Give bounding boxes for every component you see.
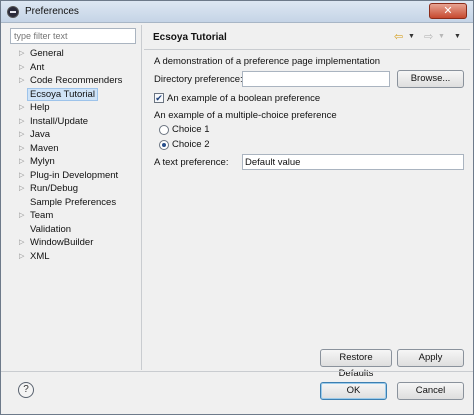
window-title: Preferences [25, 6, 79, 17]
boolean-checkbox[interactable]: ✔ [154, 93, 164, 103]
expand-icon[interactable]: ▷ [19, 236, 24, 250]
tree-item-label: Sample Preferences [30, 196, 117, 208]
filter-input[interactable] [10, 28, 136, 44]
page-description: A demonstration of a preference page imp… [154, 56, 381, 67]
tree-item[interactable]: ▷ Help [10, 101, 138, 115]
title-bar: Preferences ✕ [1, 1, 473, 23]
expand-icon[interactable]: ▷ [19, 182, 24, 196]
page-title: Ecsoya Tutorial [153, 32, 227, 43]
tree-item[interactable]: ▷ Install/Update [10, 115, 138, 129]
expand-icon[interactable]: ▷ [19, 61, 24, 75]
preference-tree: ▷ General ▷ Ant ▷ Code Recommenders Ecsoya Tut… [10, 47, 138, 263]
tree-item-label: Run/Debug [30, 183, 79, 194]
tree-item-label: Validation [30, 223, 72, 235]
tree-item[interactable]: ▷ General [10, 47, 138, 61]
tree-item-label: Mylyn [30, 156, 55, 167]
tree-item-label: Java [30, 129, 51, 140]
ok-button[interactable]: OK [320, 382, 387, 400]
choice1-radio[interactable] [159, 125, 169, 135]
tree-item[interactable]: Ecsoya Tutorial [10, 87, 138, 102]
back-arrow-icon[interactable]: ⇦ [394, 30, 403, 43]
text-pref-field[interactable]: Default value [242, 154, 464, 170]
directory-label: Directory preference: [154, 74, 243, 85]
tree-item-label: Code Recommenders [30, 75, 123, 86]
tree-item[interactable]: ▷ Java [10, 128, 138, 142]
directory-field[interactable] [242, 71, 390, 87]
tree-item-label: XML [30, 250, 50, 262]
choice1-label: Choice 1 [172, 124, 210, 135]
cancel-button[interactable]: Cancel [397, 382, 464, 400]
tree-item-label: WindowBuilder [30, 237, 94, 248]
expand-icon[interactable]: ▷ [19, 155, 24, 169]
tree-item[interactable]: ▷ Mylyn [10, 155, 138, 169]
browse-label: Browse... [410, 73, 451, 84]
expand-icon[interactable]: ▷ [19, 209, 24, 223]
forward-dropdown-icon[interactable]: ▼ [438, 33, 445, 40]
close-button[interactable]: ✕ [429, 3, 467, 19]
choice2-label: Choice 2 [172, 139, 210, 150]
restore-defaults-button[interactable]: Restore Defaults [320, 349, 392, 379]
tree-item[interactable]: ▷ Ant [10, 61, 138, 75]
choice2-radio[interactable] [159, 140, 169, 150]
forward-arrow-icon[interactable]: ⇨ [424, 30, 433, 43]
tree-item-label: General [30, 48, 64, 59]
expand-icon[interactable]: ▷ [19, 74, 24, 88]
app-icon [7, 6, 19, 18]
tree-item[interactable]: ▷ WindowBuilder [10, 236, 138, 250]
tree-item[interactable]: ▷ Maven [10, 142, 138, 156]
multichoice-label: An example of a multiple-choice preferen… [154, 110, 337, 121]
title-separator [144, 49, 470, 50]
tree-item[interactable]: ▷ Team [10, 209, 138, 223]
view-menu-icon[interactable]: ▼ [454, 33, 461, 40]
tree-item[interactable]: Sample Preferences [10, 196, 138, 210]
apply-button[interactable]: Apply [397, 349, 464, 367]
browse-button[interactable]: Browse... [397, 70, 464, 88]
expand-icon[interactable]: ▷ [19, 169, 24, 183]
tree-item-label: Ecsoya Tutorial [27, 87, 98, 101]
tree-item-label: Plug-in Development [30, 169, 119, 181]
expand-icon[interactable]: ▷ [19, 47, 24, 61]
expand-icon[interactable]: ▷ [19, 115, 24, 129]
tree-item[interactable]: ▷ Plug-in Development [10, 169, 138, 183]
tree-item[interactable]: Validation [10, 223, 138, 237]
bottom-separator [1, 371, 473, 372]
help-icon[interactable]: ? [18, 382, 34, 398]
tree-item-label: Team [30, 210, 54, 221]
preferences-window: Preferences ✕ ▷ General ▷ Ant ▷ Code Recommen… [0, 0, 474, 415]
divider [141, 25, 142, 370]
expand-icon[interactable]: ▷ [19, 101, 24, 115]
tree-item[interactable]: ▷ Code Recommenders [10, 74, 138, 88]
boolean-label: An example of a boolean preference [167, 93, 321, 104]
tree-item[interactable]: ▷ XML [10, 250, 138, 264]
tree-item-label: Help [30, 102, 50, 113]
tree-item-label: Install/Update [30, 115, 89, 127]
text-pref-label: A text preference: [154, 157, 229, 168]
expand-icon[interactable]: ▷ [19, 142, 24, 156]
expand-icon[interactable]: ▷ [19, 250, 24, 264]
page-nav: ⇦ ▼ ⇨ ▼ ▼ [392, 30, 468, 44]
expand-icon[interactable]: ▷ [19, 128, 24, 142]
tree-item-label: Maven [30, 142, 59, 154]
tree-item[interactable]: ▷ Run/Debug [10, 182, 138, 196]
tree-item-label: Ant [30, 61, 45, 73]
back-dropdown-icon[interactable]: ▼ [408, 33, 415, 40]
